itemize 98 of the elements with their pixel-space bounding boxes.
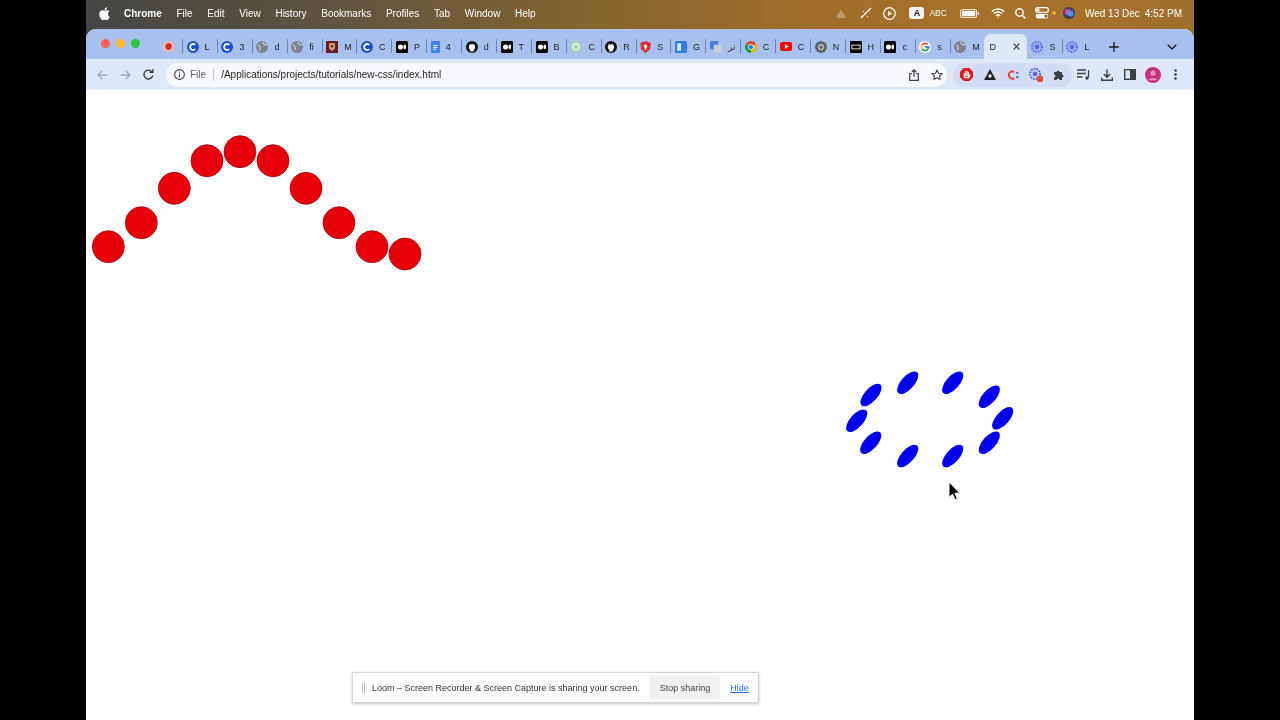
browser-tab[interactable]: G xyxy=(670,34,706,59)
record-icon xyxy=(162,41,174,52)
search-icon[interactable] xyxy=(1014,7,1026,19)
side-panel-icon[interactable] xyxy=(1123,69,1136,80)
reload-icon[interactable] xyxy=(143,69,154,80)
ring-logo-icon xyxy=(814,40,827,53)
battery-icon[interactable] xyxy=(959,8,979,18)
toggles-icon[interactable] xyxy=(1034,7,1049,19)
share-icon[interactable] xyxy=(909,68,919,81)
browser-tab[interactable]: c xyxy=(879,34,915,59)
browser-tab[interactable]: 4 xyxy=(426,34,462,59)
orb-icon[interactable] xyxy=(1062,7,1075,19)
puzzle-icon[interactable] xyxy=(1052,68,1065,81)
sunburst-icon xyxy=(1031,40,1044,53)
sunburst-badge-icon[interactable] xyxy=(1028,67,1043,82)
play-logo-icon xyxy=(779,42,792,51)
sunburst-icon xyxy=(1066,40,1079,53)
apple-icon[interactable] xyxy=(99,6,110,20)
browser-tab[interactable]: C xyxy=(356,34,392,59)
menu-item[interactable]: Help xyxy=(515,7,536,19)
chevron-down-icon[interactable] xyxy=(1167,43,1177,50)
browser-tab[interactable]: 3 xyxy=(216,34,252,59)
dots-logo-icon xyxy=(395,40,408,53)
flower-logo-icon xyxy=(570,40,583,53)
triangle-logo-icon[interactable] xyxy=(983,69,996,80)
grip-icon[interactable] xyxy=(362,682,365,693)
browser-tab[interactable]: D xyxy=(984,34,1027,59)
stop-octagon-icon[interactable] xyxy=(960,68,973,81)
playlist-icon[interactable] xyxy=(1077,69,1090,80)
browser-tab[interactable]: d xyxy=(461,34,496,59)
menu-bar-clock[interactable]: 4:52 PM xyxy=(1144,7,1182,19)
browser-tab[interactable]: C xyxy=(565,34,601,59)
browser-tab[interactable]: S xyxy=(1026,34,1062,59)
c-logo-icon xyxy=(221,40,234,53)
browser-tab[interactable]: L xyxy=(1061,34,1097,59)
address-bar[interactable]: File /Applications/projects/tutorials/new-css/index.html xyxy=(166,62,947,87)
menu-item[interactable]: Tab xyxy=(433,7,451,19)
crest-logo-icon xyxy=(326,40,339,53)
browser-tab[interactable]: R xyxy=(600,34,636,59)
browser-tab[interactable]: P xyxy=(391,34,427,59)
browser-tab[interactable]: تر xyxy=(705,34,741,59)
input-source-label[interactable]: ABC xyxy=(929,8,947,18)
browser-tab[interactable]: C xyxy=(740,34,776,59)
menu-item[interactable]: Profiles xyxy=(385,7,420,19)
slash-icon[interactable] xyxy=(860,7,873,19)
c-logo-icon xyxy=(361,40,374,53)
browser-tab[interactable]: L xyxy=(182,34,217,59)
tile-logo-icon xyxy=(849,40,862,53)
translate-icon xyxy=(709,40,722,53)
pinwheel-logo-icon xyxy=(744,40,757,53)
c-dots-logo-icon[interactable] xyxy=(1006,68,1019,81)
play-circle-icon[interactable] xyxy=(883,6,897,20)
input-source-indicator[interactable]: A xyxy=(909,7,925,19)
browser-tab[interactable]: s xyxy=(914,34,950,59)
plus-icon[interactable] xyxy=(1108,41,1119,52)
hide-link[interactable]: Hide xyxy=(730,682,749,693)
avatar-icon[interactable] xyxy=(1144,66,1161,83)
c-logo-icon xyxy=(186,40,199,53)
menu-item[interactable]: File xyxy=(176,7,193,19)
cursor-icon xyxy=(948,481,961,501)
dots-logo-icon xyxy=(884,40,897,53)
browser-tab[interactable]: d xyxy=(251,34,287,59)
menu-item[interactable]: Window xyxy=(464,7,501,19)
menu-item[interactable]: Bookmarks xyxy=(321,7,372,19)
panel-icon xyxy=(675,40,688,53)
cat-logo-icon xyxy=(605,40,618,53)
cat-logo-icon xyxy=(465,40,478,53)
close-icon[interactable] xyxy=(1012,43,1020,50)
dots-logo-icon xyxy=(535,40,548,53)
more-icon[interactable] xyxy=(1174,69,1177,80)
g-logo-icon xyxy=(919,40,932,53)
browser-tab[interactable]: S xyxy=(635,34,671,59)
shield-icon xyxy=(640,40,652,53)
browser-tab[interactable]: M xyxy=(949,34,985,59)
wifi-icon[interactable] xyxy=(990,8,1005,18)
download-icon[interactable] xyxy=(1100,68,1113,81)
browser-tab[interactable]: T xyxy=(496,34,531,59)
dots-logo-icon xyxy=(500,40,513,53)
indicator-dot-icon xyxy=(1051,11,1056,15)
globe-icon xyxy=(291,40,304,53)
menu-item[interactable]: History xyxy=(275,7,307,19)
sharing-message: Loom – Screen Recorder & Screen Capture is sharing your screen. xyxy=(372,682,640,693)
browser-tab[interactable]: C xyxy=(775,34,811,59)
info-icon[interactable] xyxy=(174,69,185,80)
menu-bar-date[interactable]: Wed 13 Dec xyxy=(1084,7,1140,19)
menu-item[interactable]: Edit xyxy=(207,7,225,19)
browser-tab[interactable]: H xyxy=(844,34,880,59)
menu-item[interactable]: View xyxy=(239,7,261,19)
browser-tab[interactable]: M xyxy=(321,34,357,59)
document-icon xyxy=(430,40,440,53)
browser-tab[interactable]: N xyxy=(810,34,845,59)
globe-icon xyxy=(954,40,967,53)
browser-tab[interactable]: B xyxy=(530,34,566,59)
globe-icon xyxy=(256,40,269,53)
star-icon[interactable] xyxy=(931,68,943,81)
browser-tab[interactable]: fi xyxy=(286,34,322,59)
app-menu[interactable]: Chrome xyxy=(124,7,162,19)
stop-sharing-button[interactable]: Stop sharing xyxy=(649,676,721,699)
